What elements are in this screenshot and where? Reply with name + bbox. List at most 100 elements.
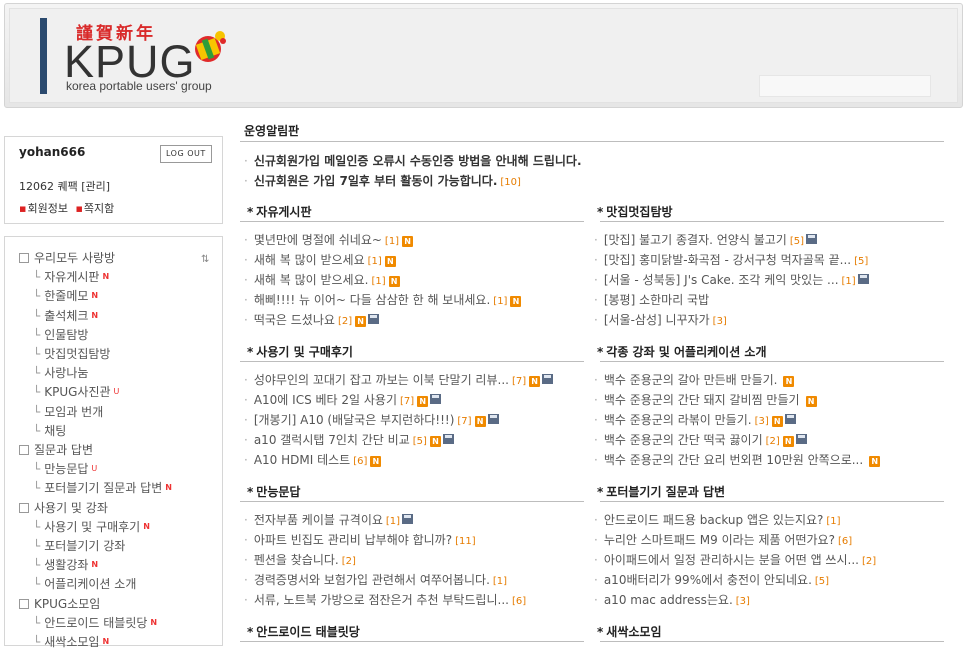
post-item[interactable]: · 새해 복 많이 받으세요 [1] N bbox=[244, 251, 396, 268]
post-title[interactable]: 몇년만에 명절에 쉬네요~ bbox=[254, 233, 382, 247]
sidebar-item[interactable]: └ 한줄메모 N bbox=[33, 286, 98, 305]
notice-title[interactable]: 운영알림판 bbox=[244, 122, 299, 139]
post-title[interactable]: 펜션을 찾습니다. bbox=[254, 553, 339, 567]
post-title[interactable]: 전자부품 케이블 규격이요 bbox=[254, 513, 383, 527]
post-title[interactable]: [봉평] 소한마리 국밥 bbox=[604, 293, 709, 307]
post-item[interactable]: · [맛집] 불고기 종결자. 언양식 불고기 [5] bbox=[594, 231, 817, 248]
post-title[interactable]: [맛집] 불고기 종결자. 언양식 불고기 bbox=[604, 233, 787, 247]
post-item[interactable]: · [맛집] 홍미닭발-화곡점 - 강서구청 먹자골목 끝... [5] bbox=[594, 251, 868, 268]
sidebar-item[interactable]: └ 어플리케이션 소개 bbox=[33, 574, 139, 593]
post-item[interactable]: · 백수 준용군의 간단 떡국 끓이기 [2] N bbox=[594, 431, 807, 448]
post-title[interactable]: a10배터리가 99%에서 충전이 안되네요. bbox=[604, 573, 812, 587]
post-item[interactable]: · 전자부품 케이블 규격이요 [1] bbox=[244, 511, 414, 528]
header-search-input[interactable] bbox=[759, 75, 931, 97]
section-title[interactable]: * 만능문답 bbox=[247, 483, 300, 500]
post-item[interactable]: · 해삐!!!! 뉴 이어~ 다들 삼삼한 한 해 보내세요. [1] N bbox=[244, 291, 522, 308]
section-title[interactable]: * 자유게시판 bbox=[247, 203, 311, 220]
post-item[interactable]: · [서울 - 성북동] J's Cake. 조각 케익 맛있는 ... [1] bbox=[594, 271, 869, 288]
notice-item[interactable]: · 신규회원가입 메일인증 오류시 수동인증 방법을 안내해 드립니다. bbox=[244, 152, 585, 169]
post-title[interactable]: 백수 준용군의 간단 요리 번외편 10만원 안쪽으로... bbox=[604, 453, 863, 467]
post-item[interactable]: · 안드로이드 패드용 backup 앱은 있는지요? [1] bbox=[594, 511, 841, 528]
section-title[interactable]: * 맛집멋집탐방 bbox=[597, 203, 673, 220]
expand-box-icon[interactable] bbox=[19, 445, 29, 455]
post-title[interactable]: 경력증명서와 보험가입 관련해서 여쭈어봅니다. bbox=[254, 573, 490, 587]
sidebar-item[interactable]: └ 포터블기기 강좌 bbox=[33, 536, 128, 555]
post-item[interactable]: · 펜션을 찾습니다. [2] bbox=[244, 551, 356, 568]
sidebar-item[interactable]: └ 채팅 bbox=[33, 421, 69, 440]
post-title[interactable]: 새해 복 많이 받으세요. bbox=[254, 273, 369, 287]
post-item[interactable]: · 백수 준용군의 라볶이 만들기. [3] N bbox=[594, 411, 796, 428]
post-title[interactable]: [서울-삼성] 니꾸자가 bbox=[604, 313, 710, 327]
user-points[interactable]: 12062 퀘팩 [관리] bbox=[19, 178, 110, 194]
post-title[interactable]: [맛집] 홍미닭발-화곡점 - 강서구청 먹자골목 끝... bbox=[604, 253, 851, 267]
sidebar-item[interactable]: └ 모임과 번개 bbox=[33, 402, 106, 421]
menu-group[interactable]: 사용기 및 강좌 bbox=[19, 498, 111, 517]
post-item[interactable]: · 백수 준용군의 갈아 만든배 만들기. N bbox=[594, 371, 795, 388]
post-item[interactable]: · a10 갤럭시탭 7인치 간단 비교 [5] N bbox=[244, 431, 454, 448]
post-item[interactable]: · [개봉기] A10 (배달국은 부지런하다!!!) [7] N bbox=[244, 411, 499, 428]
post-title[interactable]: [개봉기] A10 (배달국은 부지런하다!!!) bbox=[254, 413, 455, 427]
post-title[interactable]: 백수 준용군의 간단 떡국 끓이기 bbox=[604, 433, 763, 447]
site-logo[interactable]: KPUG bbox=[64, 39, 196, 84]
post-item[interactable]: · [서울-삼성] 니꾸자가 [3] bbox=[594, 311, 727, 328]
post-item[interactable]: · 떡국은 드셨나요 [2] N bbox=[244, 311, 380, 328]
post-title[interactable]: 떡국은 드셨나요 bbox=[254, 313, 335, 327]
post-item[interactable]: · 새해 복 많이 받으세요. [1] N bbox=[244, 271, 400, 288]
post-title[interactable]: 아파트 빈집도 관리비 납부해야 합니까? bbox=[254, 533, 452, 547]
post-title[interactable]: 백수 준용군의 간단 돼지 갈비찜 만들기 bbox=[604, 393, 800, 407]
post-title[interactable]: A10에 ICS 베타 2일 사용기 bbox=[254, 393, 397, 407]
post-item[interactable]: · a10 mac address는요. [3] bbox=[594, 591, 750, 608]
sidebar-item[interactable]: └ 생활강좌 N bbox=[33, 555, 98, 574]
sidebar-item[interactable]: └ 안드로이드 태블릿당 N bbox=[33, 613, 157, 632]
post-item[interactable]: · 아파트 빈집도 관리비 납부해야 합니까? [11] bbox=[244, 531, 476, 548]
post-item[interactable]: · A10 HDMI 테스트 [6] N bbox=[244, 451, 382, 468]
post-item[interactable]: · [봉평] 소한마리 국밥 bbox=[594, 291, 712, 308]
post-title[interactable]: 백수 준용군의 라볶이 만들기. bbox=[604, 413, 752, 427]
collapse-icon[interactable]: ⇅ bbox=[201, 254, 209, 265]
section-title[interactable]: * 각종 강좌 및 어플리케이션 소개 bbox=[597, 343, 767, 360]
post-title[interactable]: 성야무인의 꼬대기 잡고 까보는 이북 단말기 리뷰... bbox=[254, 373, 509, 387]
sidebar-item[interactable]: └ 맛집멋집탐방 bbox=[33, 344, 113, 363]
section-title[interactable]: * 안드로이드 태블릿당 bbox=[247, 623, 360, 640]
post-item[interactable]: · 백수 준용군의 간단 돼지 갈비찜 만들기 N bbox=[594, 391, 817, 408]
sidebar-item[interactable]: └ 새싹소모임 N bbox=[33, 632, 109, 651]
post-item[interactable]: · a10배터리가 99%에서 충전이 안되네요. [5] bbox=[594, 571, 829, 588]
section-title[interactable]: * 새싹소모임 bbox=[597, 623, 661, 640]
post-item[interactable]: · A10에 ICS 베타 2일 사용기 [7] N bbox=[244, 391, 442, 408]
sidebar-item[interactable]: └ KPUG사진관 U bbox=[33, 382, 119, 401]
menu-group[interactable]: 질문과 답변 bbox=[19, 440, 96, 459]
logout-button[interactable]: LOG OUT bbox=[160, 145, 212, 163]
post-title[interactable]: [서울 - 성북동] J's Cake. 조각 케익 맛있는 ... bbox=[604, 273, 839, 287]
notice-item[interactable]: · 신규회원은 가입 7일후 부터 활동이 가능합니다. [10] bbox=[244, 172, 521, 189]
expand-box-icon[interactable] bbox=[19, 598, 29, 609]
post-item[interactable]: · 누리안 스마트패드 M9 이라는 제품 어떤가요? [6] bbox=[594, 531, 852, 548]
sidebar-item[interactable]: └ 출석체크 N bbox=[33, 306, 98, 325]
message-box-link[interactable]: 쪽지함 bbox=[84, 202, 114, 215]
expand-box-icon[interactable] bbox=[19, 253, 29, 263]
post-title[interactable]: 서류, 노트북 가방으로 점잔은거 추천 부탁드립니... bbox=[254, 593, 509, 607]
post-item[interactable]: · 성야무인의 꼬대기 잡고 까보는 이북 단말기 리뷰... [7] N bbox=[244, 371, 554, 388]
sidebar-item[interactable]: └ 만능문답 U bbox=[33, 459, 97, 478]
section-title[interactable]: * 사용기 및 구매후기 bbox=[247, 343, 353, 360]
member-info-link[interactable]: 회원정보 bbox=[27, 202, 67, 215]
menu-group[interactable]: 우리모두 사랑방 bbox=[19, 248, 118, 267]
sidebar-item[interactable]: └ 사랑나눔 bbox=[33, 363, 91, 382]
post-title[interactable]: 안드로이드 패드용 backup 앱은 있는지요? bbox=[604, 513, 824, 527]
section-title[interactable]: * 포터블기기 질문과 답변 bbox=[597, 483, 725, 500]
post-title[interactable]: 아이패드에서 일정 관리하시는 분을 어떤 앱 쓰시... bbox=[604, 553, 859, 567]
post-title[interactable]: a10 mac address는요. bbox=[604, 593, 733, 607]
post-title[interactable]: 누리안 스마트패드 M9 이라는 제품 어떤가요? bbox=[604, 533, 835, 547]
sidebar-item[interactable]: └ 인물탐방 bbox=[33, 325, 91, 344]
post-item[interactable]: · 백수 준용군의 간단 요리 번외편 10만원 안쪽으로... N bbox=[594, 451, 881, 468]
post-item[interactable]: · 경력증명서와 보험가입 관련해서 여쭈어봅니다. [1] bbox=[244, 571, 507, 588]
post-title[interactable]: 새해 복 많이 받으세요 bbox=[254, 253, 365, 267]
post-title[interactable]: 백수 준용군의 갈아 만든배 만들기. bbox=[604, 373, 778, 387]
post-item[interactable]: · 몇년만에 명절에 쉬네요~ [1] N bbox=[244, 231, 414, 248]
post-title[interactable]: A10 HDMI 테스트 bbox=[254, 453, 350, 467]
post-item[interactable]: · 서류, 노트북 가방으로 점잔은거 추천 부탁드립니... [6] bbox=[244, 591, 526, 608]
expand-box-icon[interactable] bbox=[19, 502, 29, 513]
post-item[interactable]: · 아이패드에서 일정 관리하시는 분을 어떤 앱 쓰시... [2] bbox=[594, 551, 876, 568]
sidebar-item[interactable]: └ 포터블기기 질문과 답변 N bbox=[33, 478, 172, 497]
post-title[interactable]: a10 갤럭시탭 7인치 간단 비교 bbox=[254, 433, 410, 447]
sidebar-item[interactable]: └ 사용기 및 구매후기 N bbox=[33, 517, 150, 536]
